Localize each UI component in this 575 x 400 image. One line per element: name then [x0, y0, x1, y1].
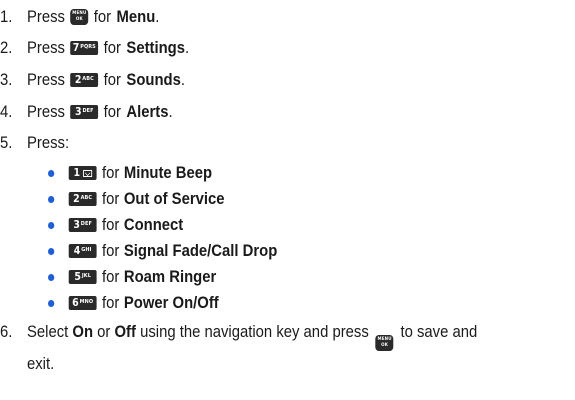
list-item-roam-ringer: 5 JKL for Roam Ringer	[48, 264, 216, 290]
option-label: Out of Service	[123, 189, 225, 208]
bullet-icon	[48, 195, 55, 203]
step-number: 6.	[0, 323, 13, 341]
key-2-abc-icon: 2 ABC	[70, 73, 99, 87]
option-connector: for	[102, 241, 120, 260]
option-connector: for	[102, 293, 120, 312]
option-label: Minute Beep	[123, 163, 213, 182]
bullet-icon	[48, 299, 55, 307]
list-item-minute-beep: 1 for Minute Beep	[48, 160, 212, 186]
bullet-icon	[48, 247, 55, 255]
option-label: Signal Fade/Call Drop	[123, 241, 278, 260]
bullet-icon	[48, 169, 55, 177]
list-item-power-on-off: 6 MNO for Power On/Off	[48, 290, 219, 316]
menu-ok-key-icon: MENU OK	[70, 9, 89, 25]
step-target: Settings	[126, 38, 185, 57]
step-number: 2.	[0, 38, 13, 57]
step-target: Alerts	[126, 102, 169, 121]
step-verb: Press	[27, 7, 65, 26]
step-verb: Press	[27, 38, 65, 57]
envelope-icon	[82, 169, 92, 177]
step-verb: Press:	[27, 133, 70, 152]
key-6-mno-icon: 6 MNO	[68, 296, 97, 310]
key-5-jkl-icon: 5 JKL	[68, 270, 97, 284]
step-number: 4.	[0, 102, 13, 121]
step-number: 3.	[0, 70, 13, 89]
option-connector: for	[102, 215, 120, 234]
step-connector: for	[103, 38, 122, 57]
menu-ok-key-icon: MENU OK	[375, 335, 394, 351]
option-label: Roam Ringer	[123, 267, 217, 286]
step-number: 1.	[0, 7, 13, 26]
option-connector: for	[102, 189, 120, 208]
option-label: Power On/Off	[123, 293, 219, 312]
bullet-icon	[48, 221, 55, 229]
key-7-pqrs-icon: 7 PQRS	[70, 41, 99, 55]
option-connector: for	[102, 267, 120, 286]
step-connector: for	[93, 7, 112, 26]
key-3-def-icon: 3 DEF	[68, 218, 97, 232]
bullet-icon	[48, 273, 55, 281]
option-off: Off	[114, 323, 136, 341]
key-3-def-icon: 3 DEF	[70, 105, 99, 119]
key-4-ghi-icon: 4 GHI	[68, 244, 97, 258]
step-6-continuation: exit.	[27, 355, 55, 373]
option-on: On	[72, 323, 94, 341]
step-connector: for	[103, 70, 122, 89]
step-verb: Press	[27, 102, 65, 121]
step-verb: Press	[27, 70, 65, 89]
option-connector: for	[102, 163, 120, 182]
key-1-voicemail-icon: 1	[68, 166, 97, 180]
step-target: Sounds	[126, 70, 181, 89]
step-6: 6. Select On or Off using the navigation …	[0, 319, 477, 377]
step-connector: for	[103, 102, 122, 121]
list-item-connect: 3 DEF for Connect	[48, 212, 183, 238]
step-number: 5.	[0, 133, 13, 152]
step-target: Menu	[116, 7, 156, 26]
option-label: Connect	[123, 215, 184, 234]
list-item-out-of-service: 2 ABC for Out of Service	[48, 186, 225, 212]
instructions-document: 1. Press MENU OK for Menu. 2. Press 7 PQ…	[0, 0, 575, 400]
list-item-signal-fade: 4 GHI for Signal Fade/Call Drop	[48, 238, 277, 264]
key-2-abc-icon: 2 ABC	[68, 192, 97, 206]
